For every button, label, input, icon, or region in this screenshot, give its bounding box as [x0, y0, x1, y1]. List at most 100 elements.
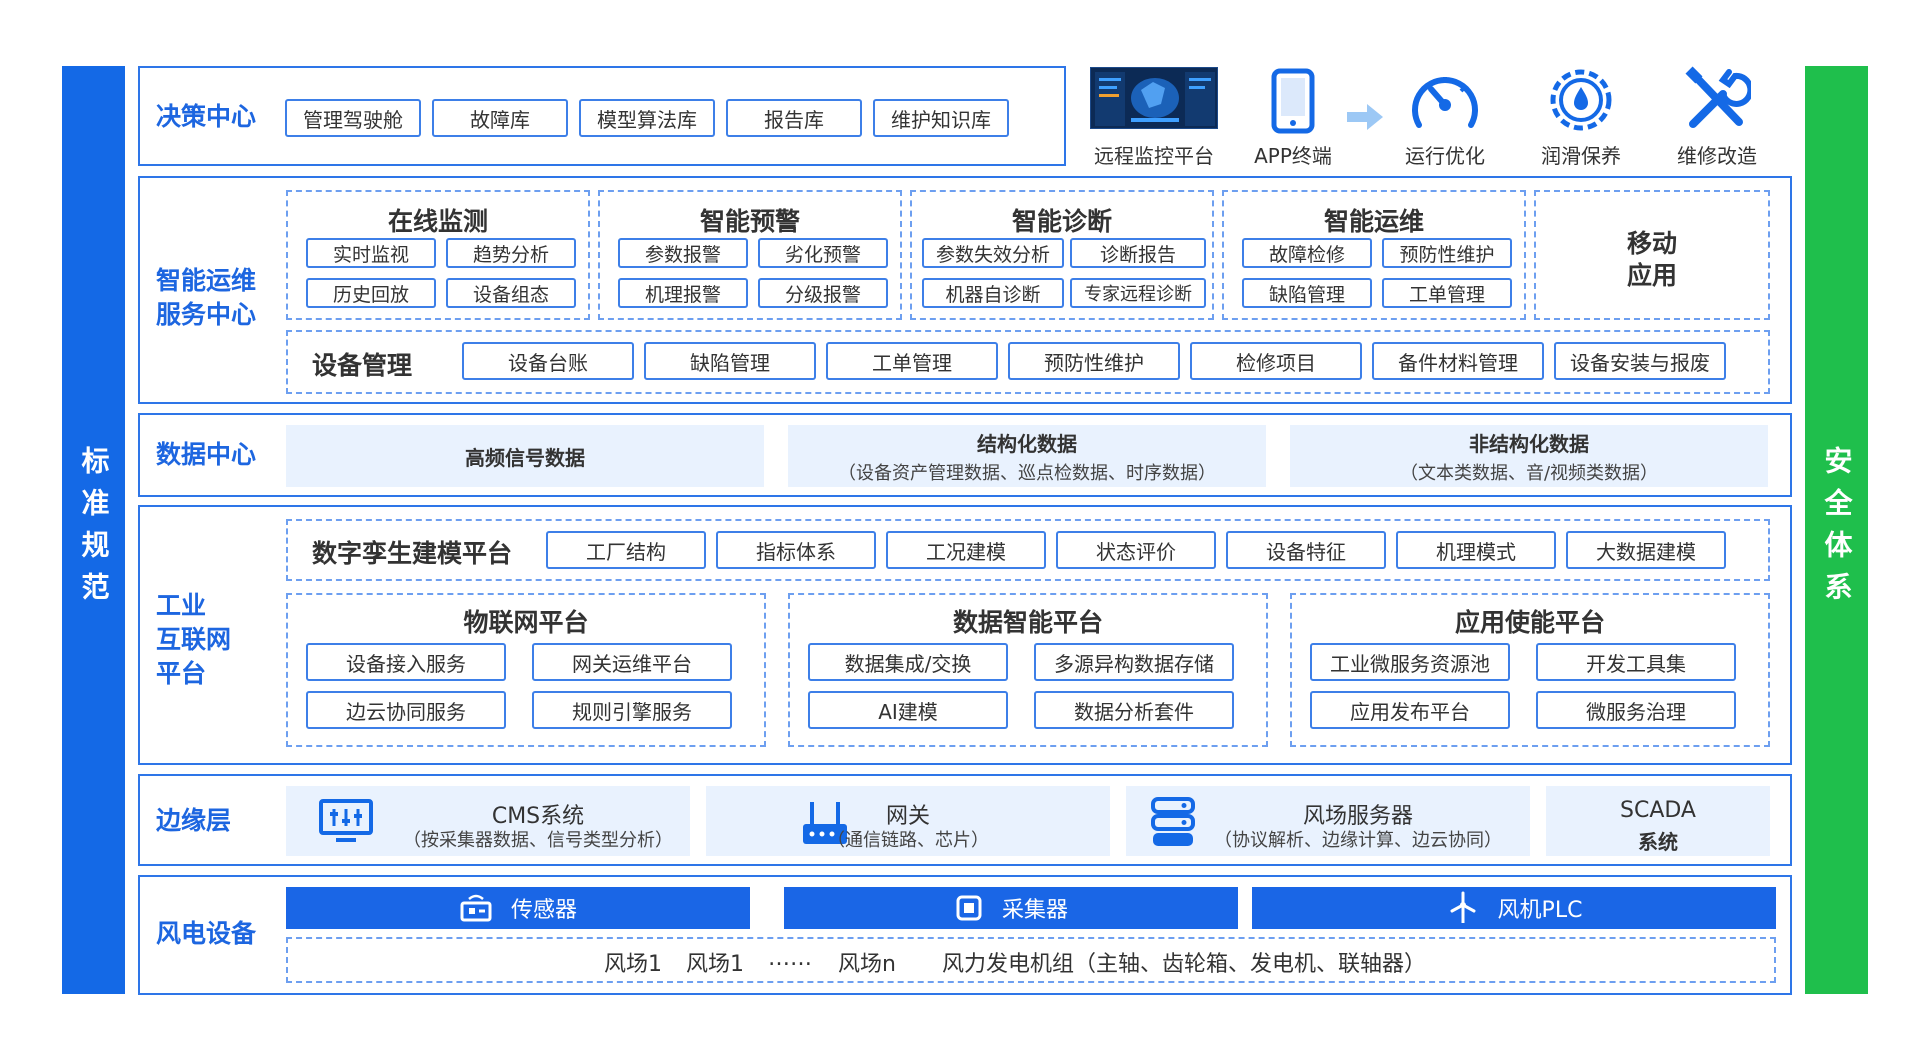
dip-item-ai-model[interactable]: AI建模 [808, 691, 1008, 729]
item-diagnosis-report[interactable]: 诊断报告 [1070, 238, 1206, 268]
aep-item-dev-tools[interactable]: 开发工具集 [1536, 643, 1736, 681]
item-self-diagnosis[interactable]: 机器自诊断 [922, 278, 1064, 308]
equip-item-spare-parts[interactable]: 备件材料管理 [1372, 342, 1544, 380]
platform-title: 应用使能平台 [1454, 608, 1605, 637]
item-history-replay[interactable]: 历史回放 [306, 278, 436, 308]
decision-button-model-lib[interactable]: 模型算法库 [579, 99, 715, 137]
edge-block-gateway[interactable]: 网关 （通信链路、芯片） [706, 786, 1110, 856]
item-mechanism-alarm[interactable]: 机理报警 [618, 278, 748, 308]
decision-button-cockpit[interactable]: 管理驾驶舱 [285, 99, 421, 137]
item-degrade-warning[interactable]: 劣化预警 [758, 238, 888, 268]
iiot-platform-row: 工业 互联网 平台 数字孪生建模平台 工厂结构 指标体系 工况建模 状态评价 设… [138, 505, 1792, 765]
wind-turbine-unit[interactable]: 风力发电机组（主轴、齿轮箱、发电机、联轴器） [942, 946, 1426, 978]
plc-label: 风机PLC [1497, 898, 1583, 923]
aep-item-app-release[interactable]: 应用发布平台 [1310, 691, 1510, 729]
chip-icon [956, 895, 982, 921]
twin-item-condition-model[interactable]: 工况建模 [886, 531, 1046, 569]
wind-farm-1[interactable]: 风场1 [604, 946, 662, 978]
data-intelligence-platform: 数据智能平台 数据集成/交换 多源异构数据存储 AI建模 数据分析套件 [788, 593, 1268, 747]
security-bar: 安全体系 [1805, 66, 1868, 994]
edge-block-title: SCADA [1620, 798, 1696, 823]
data-block-structured[interactable]: 结构化数据 （设备资产管理数据、巡点检数据、时序数据） [788, 425, 1266, 487]
decision-button-report-lib[interactable]: 报告库 [726, 99, 862, 137]
twin-item-state-eval[interactable]: 状态评价 [1056, 531, 1216, 569]
item-level-alarm[interactable]: 分级报警 [758, 278, 888, 308]
wind-farm-n[interactable]: 风场n [838, 946, 896, 978]
item-trend-analysis[interactable]: 趋势分析 [446, 238, 576, 268]
sensor-bar[interactable]: 传感器 [286, 887, 750, 929]
iot-item-rule-engine[interactable]: 规则引擎服务 [532, 691, 732, 729]
item-device-config[interactable]: 设备组态 [446, 278, 576, 308]
sensor-label: 传感器 [510, 898, 577, 923]
equip-item-ledger[interactable]: 设备台账 [462, 342, 634, 380]
dashboard-screen-icon[interactable] [1090, 67, 1218, 129]
dip-item-analysis-suite[interactable]: 数据分析套件 [1034, 691, 1234, 729]
data-block-unstructured[interactable]: 非结构化数据 （文本类数据、音/视频类数据） [1290, 425, 1768, 487]
mobile-phone-icon[interactable] [1270, 68, 1316, 138]
gauge-icon[interactable] [1407, 65, 1483, 141]
item-param-alarm[interactable]: 参数报警 [618, 238, 748, 268]
collector-bar[interactable]: 采集器 [784, 887, 1238, 929]
edge-layer-title: 边缘层 [156, 806, 232, 835]
smart-ops-row: 智能运维 服务中心 在线监测 实时监视 趋势分析 历史回放 设备组态 智能预警 … [138, 176, 1792, 404]
decision-center-title: 决策中心 [156, 102, 257, 131]
data-block-high-freq[interactable]: 高频信号数据 [286, 425, 764, 487]
wind-farm-1b[interactable]: 风场1 [686, 946, 744, 978]
wrench-screwdriver-icon[interactable] [1683, 66, 1754, 138]
item-fault-repair[interactable]: 故障检修 [1242, 238, 1372, 268]
equip-item-install-scrap[interactable]: 设备安装与报废 [1554, 342, 1726, 380]
twin-item-bigdata-model[interactable]: 大数据建模 [1566, 531, 1726, 569]
platform-title: 数据智能平台 [952, 608, 1103, 637]
iot-item-edge-cloud[interactable]: 边云协同服务 [306, 691, 506, 729]
iot-item-gateway-ops[interactable]: 网关运维平台 [532, 643, 732, 681]
dip-item-integration[interactable]: 数据集成/交换 [808, 643, 1008, 681]
edge-block-sub: （通信链路、芯片） [827, 830, 989, 851]
equip-item-workorder[interactable]: 工单管理 [826, 342, 998, 380]
edge-block-farm-server[interactable]: 风场服务器 （协议解析、边缘计算、边云协同） [1126, 786, 1530, 856]
group-title: 智能诊断 [1011, 207, 1112, 236]
lubrication-gear-icon[interactable] [1546, 65, 1616, 139]
group-mobile-app[interactable]: 移动 应用 [1534, 190, 1770, 320]
edge-block-cms[interactable]: CMS系统 （按采集器数据、信号类型分析） [286, 786, 690, 856]
aep-item-microservice-pool[interactable]: 工业微服务资源池 [1310, 643, 1510, 681]
equip-item-defect[interactable]: 缺陷管理 [644, 342, 816, 380]
equip-item-preventive[interactable]: 预防性维护 [1008, 342, 1180, 380]
twin-item-plant-structure[interactable]: 工厂结构 [546, 531, 706, 569]
iiot-title-line2: 互联网 [156, 625, 232, 654]
data-block-title: 非结构化数据 [1469, 431, 1589, 456]
item-preventive-maint[interactable]: 预防性维护 [1382, 238, 1512, 268]
app-terminal-caption: APP终端 [1254, 144, 1332, 168]
security-label: 安全体系 [1820, 446, 1854, 614]
equip-item-inspection[interactable]: 检修项目 [1190, 342, 1362, 380]
group-title: 智能运维 [1323, 207, 1424, 236]
remote-monitor-caption: 远程监控平台 [1094, 144, 1214, 168]
twin-item-mechanism-mode[interactable]: 机理模式 [1396, 531, 1556, 569]
decision-button-fault-lib[interactable]: 故障库 [432, 99, 568, 137]
lubrication-caption: 润滑保养 [1541, 144, 1621, 168]
wind-equipment-row: 风电设备 传感器 采集器 风机PLC 风场1 风场1 …… 风场n 风力发电机组… [138, 875, 1792, 995]
dip-item-storage[interactable]: 多源异构数据存储 [1034, 643, 1234, 681]
item-workorder-mgmt[interactable]: 工单管理 [1382, 278, 1512, 308]
group-smart-ops: 智能运维 故障检修 预防性维护 缺陷管理 工单管理 [1222, 190, 1526, 320]
item-expert-remote-diagnosis[interactable]: 专家远程诊断 [1070, 278, 1206, 308]
edge-block-sub: 系统 [1638, 830, 1678, 854]
item-realtime-monitor[interactable]: 实时监视 [306, 238, 436, 268]
item-param-failure-analysis[interactable]: 参数失效分析 [922, 238, 1064, 268]
data-center-title: 数据中心 [156, 440, 257, 469]
edge-block-sub: （按采集器数据、信号类型分析） [403, 830, 673, 851]
sensor-icon [460, 894, 492, 922]
wind-turbine-icon [1450, 891, 1476, 923]
mobile-app-line1: 移动 [1626, 229, 1677, 258]
maintenance-caption: 维修改造 [1677, 144, 1757, 168]
edge-block-scada[interactable]: SCADA 系统 [1546, 786, 1770, 856]
twin-item-index-system[interactable]: 指标体系 [716, 531, 876, 569]
twin-item-device-feature[interactable]: 设备特征 [1226, 531, 1386, 569]
iot-item-device-access[interactable]: 设备接入服务 [306, 643, 506, 681]
wind-equipment-title: 风电设备 [156, 919, 257, 948]
group-title: 在线监测 [387, 207, 488, 236]
data-block-title: 结构化数据 [977, 431, 1077, 456]
decision-button-knowledge-lib[interactable]: 维护知识库 [873, 99, 1009, 137]
item-defect-mgmt[interactable]: 缺陷管理 [1242, 278, 1372, 308]
aep-item-service-govern[interactable]: 微服务治理 [1536, 691, 1736, 729]
plc-bar[interactable]: 风机PLC [1252, 887, 1776, 929]
